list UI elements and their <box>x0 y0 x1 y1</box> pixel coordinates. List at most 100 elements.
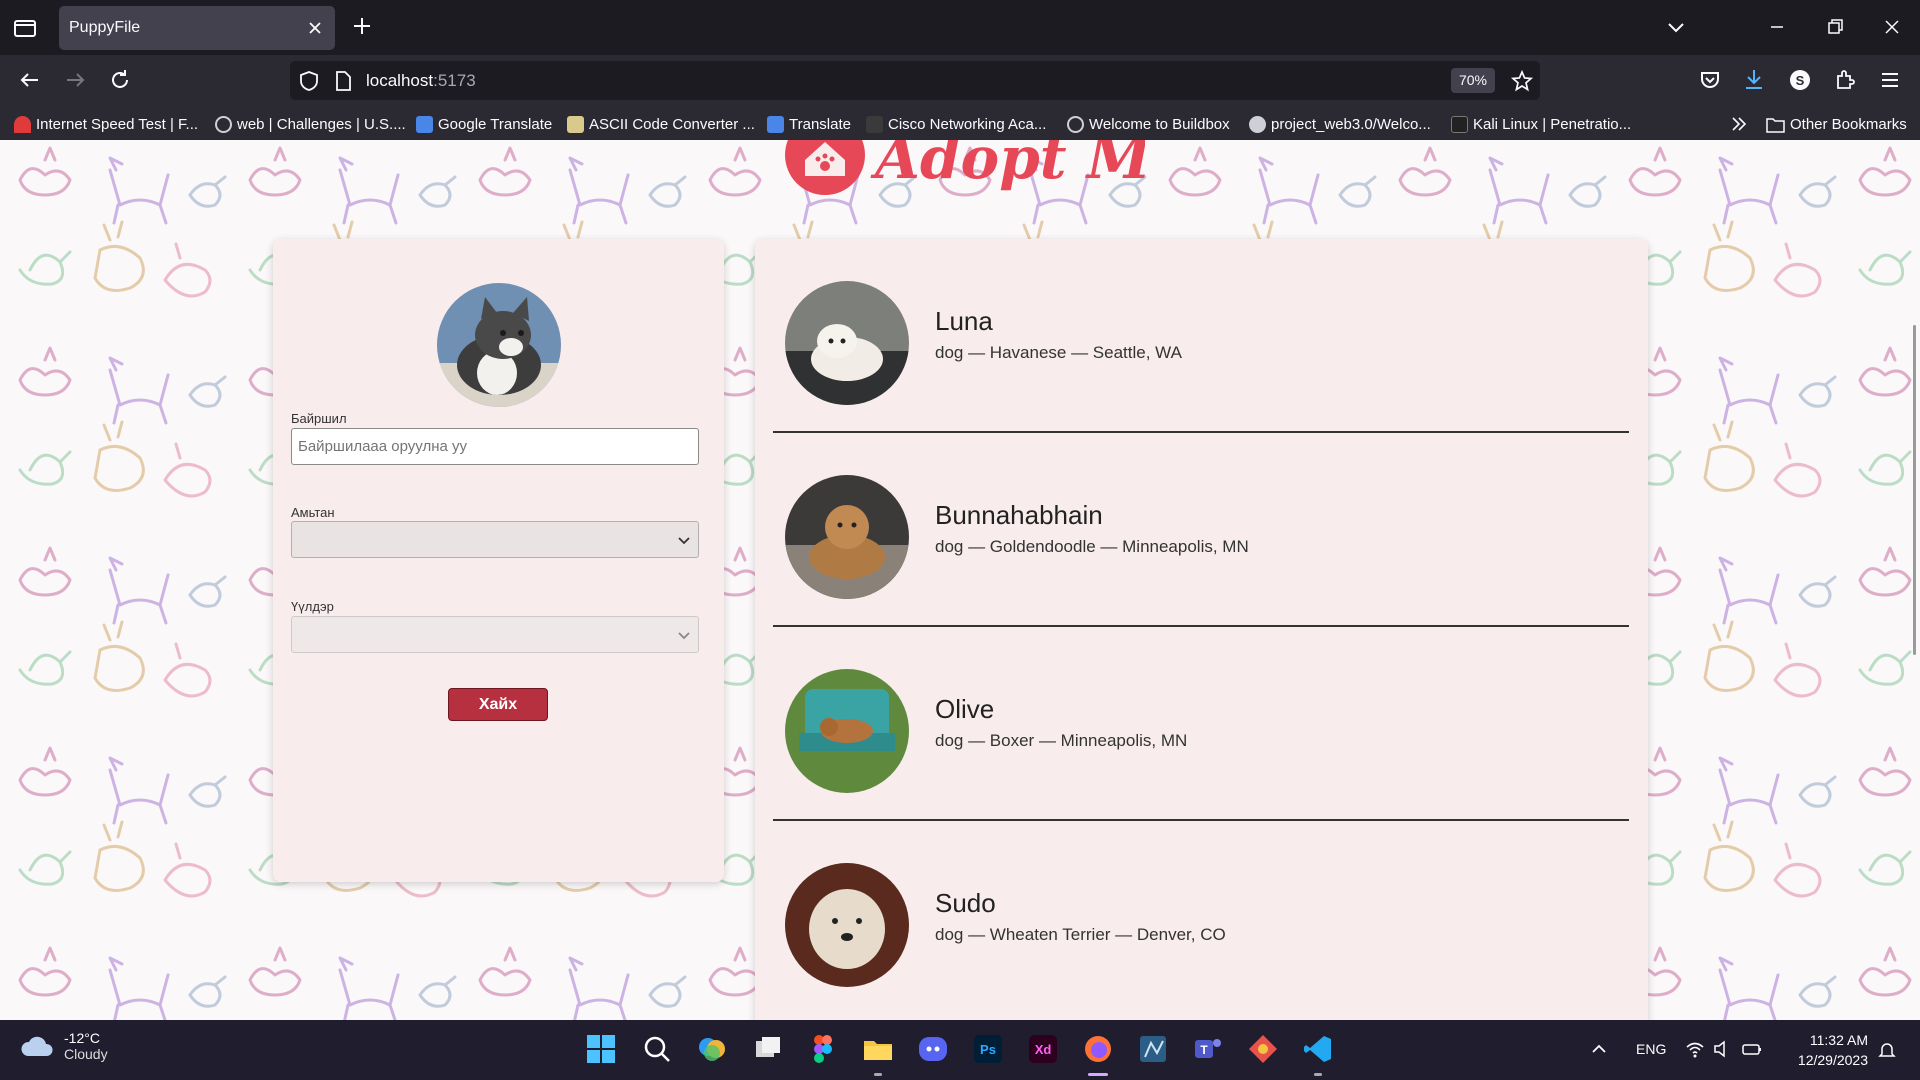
bookmark-label: Welcome to Buildbox <box>1089 115 1230 133</box>
svg-text:Xd: Xd <box>1035 1042 1052 1057</box>
windows-taskbar: -12°C Cloudy Ps Xd T ENG 11:32 AM 12/29/… <box>0 1020 1920 1080</box>
language-indicator[interactable]: ENG <box>1636 1041 1666 1057</box>
battery-icon[interactable] <box>1741 1039 1763 1059</box>
url-bar[interactable]: localhost:5173 70% <box>290 61 1540 100</box>
firefox-icon[interactable] <box>1082 1033 1114 1065</box>
gitkraken-icon[interactable] <box>1247 1033 1279 1065</box>
discord-icon[interactable] <box>917 1033 949 1065</box>
restore-icon[interactable] <box>1822 14 1848 40</box>
back-icon[interactable] <box>16 66 44 94</box>
pet-name: Sudo <box>935 888 996 918</box>
bookmarks-overflow-icon[interactable] <box>1729 114 1749 134</box>
kali-icon <box>1451 115 1468 133</box>
google-translate-icon <box>416 115 433 133</box>
search-submit-button[interactable]: Хайх <box>448 688 548 721</box>
tab-puppyfile[interactable]: PuppyFile <box>59 6 335 50</box>
page-icon[interactable] <box>333 70 353 92</box>
scrollbar[interactable] <box>1913 325 1916 655</box>
svg-text:Adopt Me!: Adopt Me! <box>870 140 1145 192</box>
animal-label: Амьтан <box>291 505 335 520</box>
extensions-icon[interactable] <box>1831 66 1859 94</box>
pet-card[interactable]: Sudo dog — Wheaten Terrier — Denver, CO <box>773 821 1629 1015</box>
tab-title: PuppyFile <box>69 19 141 36</box>
close-tab-icon[interactable] <box>305 18 325 38</box>
pet-card[interactable]: Luna dog — Havanese — Seattle, WA <box>773 239 1629 433</box>
new-tab-icon[interactable] <box>350 14 374 38</box>
pet-details: dog — Boxer — Minneapolis, MN <box>935 731 1188 750</box>
tab-list-icon[interactable] <box>12 15 38 41</box>
task-view-icon[interactable] <box>752 1033 784 1065</box>
bookmark-label: ASCII Code Converter ... <box>589 115 755 133</box>
bookmark-item[interactable]: web | Challenges | U.S.... <box>215 113 406 135</box>
reload-icon[interactable] <box>106 66 134 94</box>
menu-icon[interactable] <box>1876 66 1904 94</box>
pet-details: dog — Wheaten Terrier — Denver, CO <box>935 925 1226 944</box>
teams-icon[interactable]: T <box>1192 1033 1224 1065</box>
windows-start-icon[interactable] <box>585 1033 617 1065</box>
adopt-me-logo[interactable]: Adopt Me! <box>785 140 1145 200</box>
forward-icon[interactable] <box>61 66 89 94</box>
search-icon[interactable] <box>641 1033 673 1065</box>
tab-overflow-chevron-icon[interactable] <box>1663 14 1689 40</box>
weather-widget[interactable]: -12°C Cloudy <box>20 1030 108 1062</box>
account-icon[interactable]: S <box>1786 66 1814 94</box>
figma-icon[interactable] <box>807 1033 839 1065</box>
chevron-down-icon <box>678 537 690 545</box>
bookmark-item[interactable]: ASCII Code Converter ... <box>567 113 755 135</box>
mysql-workbench-icon[interactable] <box>1137 1033 1169 1065</box>
pet-photo-sudo <box>785 863 909 987</box>
pet-photo-bunnahabhain <box>785 475 909 599</box>
show-hidden-icons-chevron-icon[interactable] <box>1590 1040 1608 1058</box>
bookmark-item[interactable]: Internet Speed Test | F... <box>14 113 198 135</box>
url-port: :5173 <box>433 71 476 90</box>
bookmark-star-icon[interactable] <box>1510 69 1534 93</box>
pocket-icon[interactable] <box>1696 66 1724 94</box>
url-text[interactable]: localhost:5173 <box>366 71 476 91</box>
cat-avatar-image <box>437 283 561 407</box>
vscode-icon[interactable] <box>1302 1033 1334 1065</box>
pet-card[interactable]: Bunnahabhain dog — Goldendoodle — Minnea… <box>773 433 1629 627</box>
globe-icon <box>215 115 232 133</box>
bookmark-item[interactable]: Welcome to Buildbox <box>1067 113 1230 135</box>
search-form-card: Байршил Амьтан Үүлдэр Хайх <box>273 239 724 882</box>
location-input[interactable] <box>291 428 699 465</box>
copilot-pre-icon[interactable] <box>696 1033 728 1065</box>
bookmark-label: Kali Linux | Penetratio... <box>1473 115 1632 133</box>
animal-select[interactable] <box>291 521 699 558</box>
breed-select[interactable] <box>291 616 699 653</box>
system-clock[interactable]: 11:32 AM 12/29/2023 <box>1780 1030 1868 1070</box>
bookmark-item[interactable]: Google Translate <box>416 113 552 135</box>
downloads-icon[interactable] <box>1740 66 1768 94</box>
close-window-icon[interactable] <box>1879 14 1905 40</box>
bookmarks-toolbar: Internet Speed Test | F... web | Challen… <box>0 106 1920 140</box>
notification-bell-icon[interactable] <box>1877 1040 1897 1060</box>
bookmark-label: Internet Speed Test | F... <box>36 115 199 133</box>
zoom-level-badge[interactable]: 70% <box>1451 68 1495 93</box>
photoshop-icon[interactable]: Ps <box>972 1033 1004 1065</box>
minimize-icon[interactable] <box>1764 14 1790 40</box>
active-app-indicator <box>1088 1073 1108 1076</box>
adobe-xd-icon[interactable]: Xd <box>1027 1033 1059 1065</box>
bookmark-item[interactable]: project_web3.0/Welco... <box>1249 113 1431 135</box>
pet-card[interactable]: Olive dog — Boxer — Minneapolis, MN <box>773 627 1629 821</box>
svg-text:S: S <box>1796 73 1805 88</box>
cloud-icon <box>21 1036 53 1056</box>
bookmark-item[interactable]: Kali Linux | Penetratio... <box>1451 113 1631 135</box>
svg-text:Ps: Ps <box>980 1042 996 1057</box>
bookmark-item[interactable]: Translate <box>767 113 851 135</box>
github-icon <box>1249 115 1266 133</box>
svg-text:T: T <box>1200 1043 1208 1057</box>
cisco-icon <box>866 115 883 133</box>
file-explorer-icon[interactable] <box>862 1033 894 1065</box>
volume-icon[interactable] <box>1712 1039 1732 1059</box>
other-bookmarks[interactable]: Other Bookmarks <box>1766 113 1907 135</box>
pet-name: Bunnahabhain <box>935 500 1103 530</box>
clock-time: 11:32 AM <box>1809 1032 1868 1048</box>
weather-condition: Cloudy <box>64 1046 108 1062</box>
url-host: localhost <box>366 71 434 90</box>
bookmark-label: web | Challenges | U.S.... <box>237 115 406 133</box>
shield-icon[interactable] <box>298 70 320 92</box>
bookmark-item[interactable]: Cisco Networking Aca... <box>866 113 1046 135</box>
wifi-icon[interactable] <box>1685 1039 1705 1059</box>
ascii-converter-icon <box>567 115 584 133</box>
